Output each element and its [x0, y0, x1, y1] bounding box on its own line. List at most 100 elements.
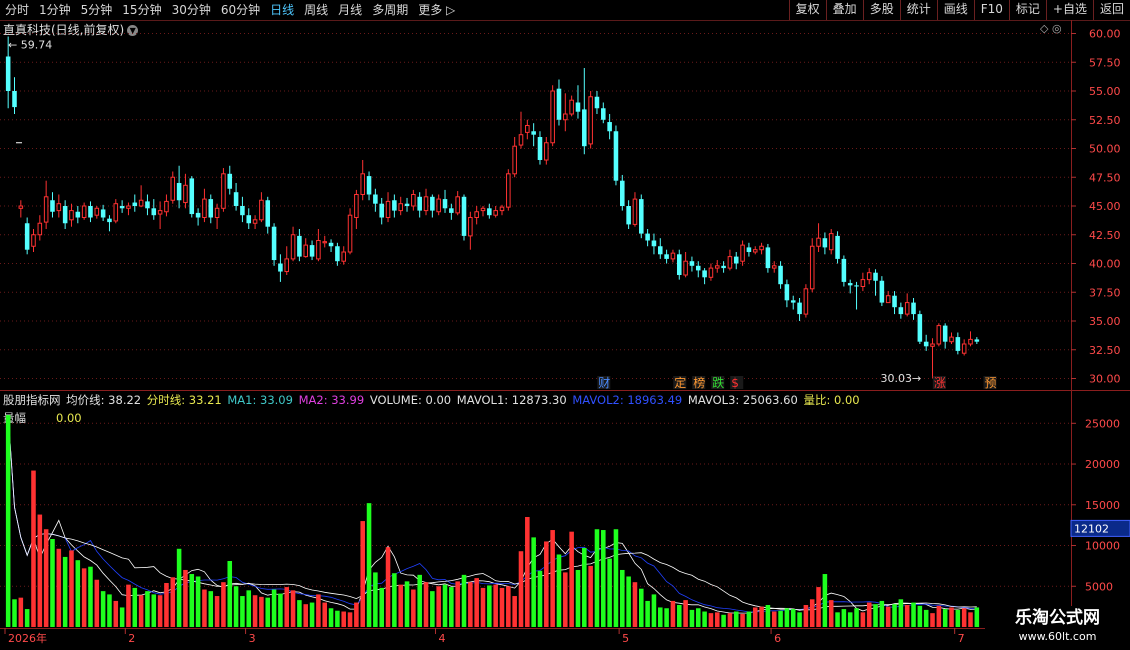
volume-bar: [252, 595, 258, 627]
volume-bar: [132, 587, 138, 627]
candle-body: [714, 265, 720, 269]
volume-bar: [145, 591, 150, 627]
candle-body: [81, 205, 87, 218]
candle-body: [404, 203, 410, 206]
candle-body: [841, 258, 847, 282]
candle-body: [366, 176, 372, 195]
volume-bar: [316, 594, 321, 627]
candle-body: [195, 212, 201, 218]
candle-body: [569, 99, 574, 115]
volume-bar: [575, 569, 581, 627]
candle-body: [75, 211, 81, 218]
volume-bar: [290, 590, 296, 627]
candle-body: [740, 244, 745, 262]
volume-bar: [297, 600, 302, 627]
volume-bar: [271, 589, 277, 627]
volume-tick-label-3: 10000: [1085, 540, 1120, 553]
volume-bar: [942, 609, 948, 627]
volume-bar: [94, 579, 100, 627]
candle-body: [860, 279, 866, 288]
candle-body: [531, 131, 536, 135]
volume-bar: [119, 607, 125, 627]
candle-body: [575, 102, 581, 112]
volume-current-label: 12102: [1074, 522, 1109, 535]
price-tick-label-7: 42.50: [1089, 229, 1121, 242]
candle-body: [411, 194, 416, 207]
candle-body: [835, 235, 840, 259]
candle-body: [360, 173, 365, 196]
candle-body: [328, 242, 334, 247]
candle-body: [183, 184, 188, 204]
date-label-0: 2026年: [8, 631, 47, 645]
candle-body: [164, 200, 169, 213]
volume-bar: [525, 517, 530, 627]
price-tick-label-5: 47.50: [1089, 171, 1121, 184]
volume-bar: [322, 602, 328, 627]
volume-bar: [961, 608, 967, 627]
volume-bar: [714, 612, 720, 627]
volume-bar: [847, 612, 853, 627]
candle-body: [354, 194, 359, 218]
candle-body: [31, 234, 36, 247]
volume-bar: [69, 550, 74, 627]
volume-bar: [841, 609, 847, 627]
candle-body: [518, 134, 524, 146]
event-tag: 榜: [693, 375, 705, 390]
volume-bar: [537, 570, 543, 627]
volume-bar: [506, 586, 511, 627]
candle-body: [227, 173, 233, 189]
watermark-url: www.60lt.com: [1018, 630, 1097, 643]
candle-body: [898, 307, 904, 315]
candle-body: [69, 210, 74, 221]
candle-body: [119, 206, 125, 209]
volume-bar: [392, 573, 397, 627]
candle-body: [645, 233, 650, 241]
volume-bar: [651, 594, 657, 627]
volume-bar: [518, 551, 524, 627]
candle-body: [797, 302, 802, 315]
volume-bar: [157, 595, 163, 627]
candle-body: [322, 241, 328, 244]
volume-tick-label-0: 25000: [1085, 417, 1120, 430]
volume-bar: [208, 591, 214, 627]
price-tick-label-6: 45.00: [1089, 200, 1121, 213]
candle-body: [246, 215, 252, 224]
date-label-2: 3: [249, 632, 256, 645]
candle-body: [290, 234, 296, 260]
candle-body: [949, 336, 954, 343]
volume-bar: [816, 587, 821, 627]
candle-body: [373, 194, 378, 204]
event-tag: 涨: [934, 375, 946, 390]
volume-bar: [639, 588, 644, 627]
volume-bar: [341, 611, 346, 627]
kline-chart[interactable]: 60.00 57.50 55.00 52.50 50.00 47.50 45.00 42.50…: [0, 0, 1130, 650]
candle-body: [544, 142, 549, 161]
volume-bar: [18, 597, 24, 627]
volume-bar: [835, 612, 840, 627]
volume-bar: [885, 606, 891, 627]
candle-body: [733, 256, 739, 264]
candle-body: [676, 254, 682, 275]
volume-bar: [746, 611, 752, 627]
candle-body: [24, 223, 30, 250]
candle-body: [632, 198, 638, 225]
volume-bar: [879, 600, 885, 627]
volume-bar: [601, 530, 606, 627]
candle-body: [297, 235, 302, 257]
candle-body: [525, 125, 530, 133]
volume-bar: [620, 569, 625, 627]
high-price-marker: ← 59.74: [8, 38, 52, 51]
candle-body: [904, 302, 910, 315]
volume-bar: [645, 600, 650, 627]
candle-body: [474, 211, 479, 218]
candle-body: [626, 206, 631, 225]
volume-bar: [892, 604, 897, 627]
candle-body: [620, 180, 625, 206]
candle-body: [803, 288, 809, 315]
candle-body: [430, 196, 435, 211]
price-tick-label-3: 52.50: [1089, 114, 1121, 127]
candle-body: [936, 325, 942, 345]
volume-bar: [24, 609, 30, 627]
candle-body: [765, 247, 771, 269]
volume-bar: [930, 613, 935, 627]
